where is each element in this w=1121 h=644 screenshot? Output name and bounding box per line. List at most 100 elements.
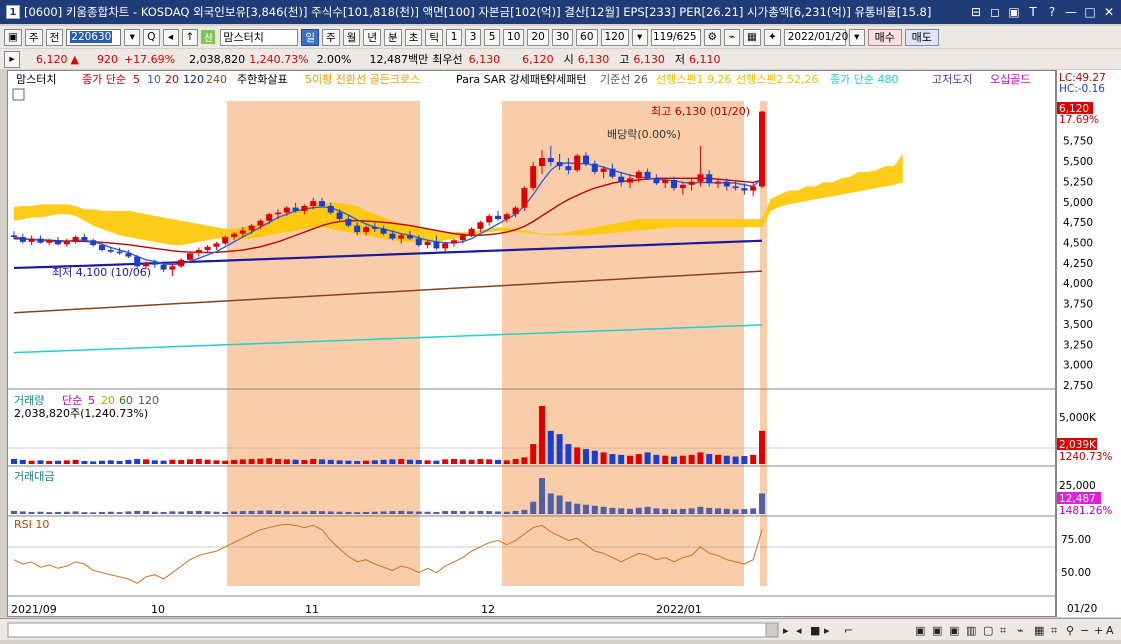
search-icon[interactable]: Q: [143, 28, 160, 46]
volume-bar: [72, 459, 79, 464]
amount-bar: [424, 511, 431, 514]
gear-icon[interactable]: ✦: [763, 28, 781, 46]
candle-body: [468, 228, 475, 236]
zoom-in-icon[interactable]: +: [1094, 624, 1103, 637]
tool5-icon[interactable]: ▢: [983, 624, 993, 637]
buy-button[interactable]: 매수: [867, 28, 902, 46]
arrow-icon[interactable]: ↑: [181, 28, 199, 46]
minute-3[interactable]: 3: [465, 28, 482, 46]
scroll-thumb[interactable]: [765, 622, 779, 638]
price-axis[interactable]: LC:49.27 HC:-0.16 6,120 17.69% 5,750 5,50…: [1056, 70, 1121, 617]
volume-bar: [565, 444, 572, 464]
calendar-icon[interactable]: ▾: [848, 28, 865, 46]
price-tick-label: 3,250: [1063, 339, 1093, 351]
maximize-button[interactable]: □: [1084, 5, 1096, 19]
volume-bar: [398, 459, 405, 464]
minute-60[interactable]: 60: [576, 28, 598, 46]
scroll-track[interactable]: [7, 622, 779, 638]
table-icon[interactable]: ▦: [743, 28, 761, 46]
volume-bar: [495, 459, 501, 464]
minute-10[interactable]: 10: [503, 28, 525, 46]
next-icon[interactable]: ▸: [824, 624, 830, 637]
tool4-icon[interactable]: ▥: [966, 624, 976, 637]
settings-icon[interactable]: ⚙: [703, 28, 722, 46]
amount-bar: [723, 508, 730, 514]
sell-button[interactable]: 매도: [904, 28, 939, 46]
period-minute[interactable]: 분: [384, 28, 402, 46]
stock-code-input[interactable]: 220630: [66, 28, 122, 46]
minute-dropdown-icon[interactable]: ▾: [631, 28, 648, 46]
minimize-button[interactable]: —: [1065, 5, 1077, 19]
zoom-slider-icon[interactable]: ⌐: [844, 624, 853, 637]
window-controls: ⊟ ◻ ▣ T ? — □ ✕: [970, 5, 1115, 19]
zoom-out-icon[interactable]: −: [1080, 624, 1089, 637]
restore-icon[interactable]: ◻: [989, 5, 1001, 19]
volume-bar: [415, 460, 422, 464]
tool9-icon[interactable]: ⌗: [1051, 624, 1057, 637]
period-week[interactable]: 주: [322, 28, 340, 46]
tool1-icon[interactable]: ▣: [915, 624, 925, 637]
candle-body: [134, 256, 141, 267]
period-second[interactable]: 초: [404, 28, 423, 46]
price-chart[interactable]: 맘스터치 종가 단순 5 10 20 120 240 주한화살표 5이평 전환선…: [8, 71, 1057, 618]
zoom-search-icon[interactable]: ⚲: [1066, 624, 1074, 637]
menu-icon[interactable]: ▣: [4, 28, 22, 46]
indicator-select[interactable]: 맘스터치: [220, 28, 299, 46]
volume-bar: [503, 460, 510, 464]
scroll-right-icon[interactable]: ▸: [783, 624, 789, 637]
help-icon[interactable]: ?: [1046, 5, 1058, 19]
candle-body: [512, 207, 519, 215]
layout-icon[interactable]: ⊟: [970, 5, 982, 19]
quote-menu-icon[interactable]: ▸: [4, 50, 20, 68]
candle-body: [486, 215, 493, 223]
volume-bar: [433, 460, 440, 464]
low-annotation: 최저 4,100 (10/06): [52, 266, 151, 279]
dropdown-icon[interactable]: ▾: [124, 28, 141, 46]
minute-20[interactable]: 20: [527, 28, 549, 46]
period-day[interactable]: 일: [301, 28, 320, 46]
period-month[interactable]: 월: [342, 28, 361, 46]
grid-toggle-icon[interactable]: [12, 88, 25, 101]
minute-30[interactable]: 30: [551, 28, 574, 46]
candle-body: [635, 171, 642, 179]
close-button[interactable]: ✕: [1103, 5, 1115, 19]
volume-bar: [345, 460, 352, 464]
volume-bar: [134, 459, 141, 464]
amount-bar: [195, 510, 202, 514]
candle-body: [618, 176, 625, 183]
volume-bar: [257, 458, 264, 464]
volume-bar: [591, 450, 598, 464]
minute-1[interactable]: 1: [446, 28, 463, 46]
tool8-icon[interactable]: ▦: [1034, 624, 1044, 637]
price-change: 920: [96, 52, 118, 66]
prev-icon[interactable]: ◂: [796, 624, 802, 637]
amount-bar: [741, 509, 748, 514]
volume-bar: [160, 460, 167, 464]
candle-body: [63, 241, 70, 245]
legend-goldcross: 오십골드: [990, 73, 1030, 86]
pin-icon[interactable]: ▣: [1008, 5, 1020, 19]
minute-120[interactable]: 120: [600, 28, 629, 46]
period-tick[interactable]: 틱: [425, 28, 444, 46]
tab-prev[interactable]: 전: [45, 28, 64, 46]
volume-bar: [759, 430, 765, 464]
chart-area[interactable]: 맘스터치 종가 단순 5 10 20 120 240 주한화살표 5이평 전환선…: [7, 70, 1057, 618]
up-arrow-icon: ▲: [70, 52, 79, 66]
tab-stock[interactable]: 주: [24, 28, 43, 46]
tool3-icon[interactable]: ▣: [949, 624, 959, 637]
stop-icon[interactable]: ■: [810, 624, 820, 637]
minute-5[interactable]: 5: [484, 28, 501, 46]
font-icon[interactable]: T: [1027, 5, 1039, 19]
font-size-icon[interactable]: A: [1106, 624, 1114, 637]
chart-tool-icon[interactable]: ⌁: [724, 28, 741, 46]
tool2-icon[interactable]: ▣: [932, 624, 942, 637]
volume-bar: [275, 459, 281, 464]
tool7-icon[interactable]: ⌁: [1017, 624, 1024, 637]
date-input[interactable]: 2022/01/20: [783, 28, 848, 46]
period-year[interactable]: 년: [363, 28, 382, 46]
best-ask: 6,130: [468, 52, 501, 66]
tool6-icon[interactable]: ⌗: [1000, 624, 1006, 637]
sound-icon[interactable]: ◂: [162, 28, 179, 46]
amount-bar: [389, 511, 396, 514]
scroll-bar[interactable]: ▸ ◂ ■ ▸ ⌐ ▣ ▣ ▣ ▥ ▢ ⌗ ⌁ ▦ ⌗ ⚲ − + A: [0, 618, 1121, 640]
